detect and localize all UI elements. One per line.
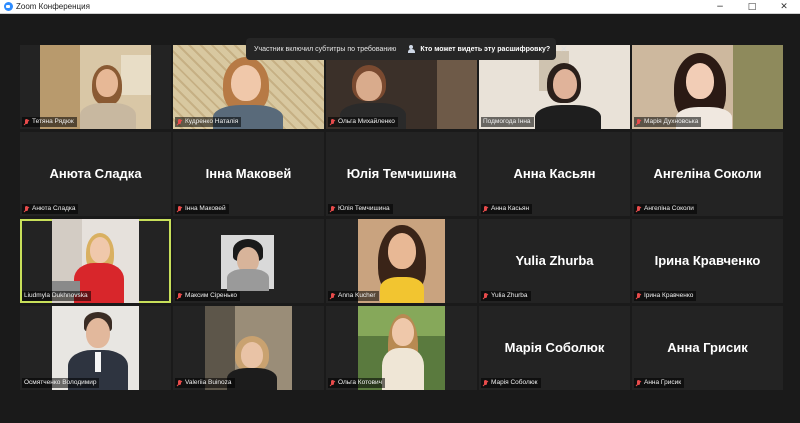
participant-tile[interactable]: Yulia Zhurba Yulia Zhurba (479, 219, 630, 303)
participant-display-name: Інна Маковей (205, 166, 292, 181)
participant-display-name: Анна Грисик (667, 340, 748, 355)
mic-muted-icon (636, 379, 641, 387)
people-icon (408, 45, 417, 53)
mic-muted-icon (636, 118, 641, 126)
participant-tile[interactable]: Марія Соболюк Марія Соболюк (479, 306, 630, 390)
meeting-stage: Участник включил субтитры по требованию … (0, 14, 800, 423)
gallery-grid: Тетяна Рядюк Кудренко Наталія Ольга Миха… (20, 45, 783, 390)
mic-muted-icon (636, 205, 641, 213)
window-controls: − □ ✕ (704, 0, 800, 14)
participant-name-tag: Ольга Котович (328, 378, 386, 388)
participant-name-tag: Anna Kucher (328, 291, 379, 301)
close-window-button[interactable]: ✕ (768, 0, 800, 14)
mic-muted-icon (483, 205, 488, 213)
participant-name-tag: Анна Касьян (481, 204, 533, 214)
mic-muted-icon (177, 118, 182, 126)
participant-tile[interactable]: Анна Грисик Анна Грисик (632, 306, 783, 390)
participant-name-tag: Юлія Темчишина (328, 204, 393, 214)
mic-muted-icon (177, 379, 182, 387)
participant-name-tag: Марія Соболюк (481, 378, 541, 388)
participant-name-tag: Тетяна Рядюк (22, 117, 77, 127)
participant-tile[interactable]: Юлія Темчишина Юлія Темчишина (326, 132, 477, 216)
mic-muted-icon (483, 379, 488, 387)
participant-name-tag: Кудренко Наталія (175, 117, 242, 127)
mic-muted-icon (24, 205, 29, 213)
participant-tile[interactable]: Ірина Кравченко Ірина Кравченко (632, 219, 783, 303)
participant-name-tag: Інна Маковей (175, 204, 229, 214)
window-title: Zoom Конференция (16, 1, 90, 11)
participant-display-name: Марія Соболюк (504, 340, 605, 355)
mic-muted-icon (177, 292, 182, 300)
transcript-visibility-link[interactable]: Кто может видеть эту расшифровку? (404, 41, 554, 57)
participant-name-tag: Liudmyla Dukhnovska (22, 291, 91, 301)
participant-name-tag: Марія Духновська (634, 117, 702, 127)
maximize-button[interactable]: □ (736, 0, 768, 14)
participant-tile[interactable]: Ольга Котович (326, 306, 477, 390)
participant-tile[interactable]: Тетяна Рядюк (20, 45, 171, 129)
participant-name-tag: Осмятченко Володимир (22, 378, 100, 388)
participant-name-tag: Ольга Михайленко (328, 117, 398, 127)
participant-tile[interactable]: Анюта Сладка Анюта Сладка (20, 132, 171, 216)
participant-display-name: Анна Касьян (513, 166, 596, 181)
participant-display-name: Анюта Сладка (49, 166, 142, 181)
participant-display-name: Ангеліна Соколи (653, 166, 762, 181)
participant-tile[interactable]: Інна Маковей Інна Маковей (173, 132, 324, 216)
mic-muted-icon (330, 118, 335, 126)
minimize-button[interactable]: − (704, 0, 736, 14)
mic-muted-icon (330, 292, 335, 300)
mic-muted-icon (636, 292, 641, 300)
transcript-visibility-label: Кто может видеть эту расшифровку? (420, 45, 551, 53)
participant-tile[interactable]: Valeriia Buinoza (173, 306, 324, 390)
participant-display-name: Ірина Кравченко (654, 253, 761, 268)
zoom-app-icon (4, 2, 13, 11)
participant-display-name: Юлія Темчишина (346, 166, 457, 181)
mic-muted-icon (330, 205, 335, 213)
participant-name-tag: Анна Грисик (634, 378, 685, 388)
mic-muted-icon (330, 379, 335, 387)
participant-name-tag: Максим Сіренько (175, 291, 241, 301)
participant-tile[interactable]: Анна Касьян Анна Касьян (479, 132, 630, 216)
captions-notification-text: Участник включил субтитры по требованию (254, 45, 397, 53)
participant-name-tag: Valeriia Buinoza (175, 378, 235, 388)
mic-muted-icon (24, 118, 29, 126)
participant-tile[interactable]: Ангеліна Соколи Ангеліна Соколи (632, 132, 783, 216)
mic-muted-icon (177, 205, 182, 213)
participant-name-tag: Ангеліна Соколи (634, 204, 697, 214)
participant-tile[interactable]: Максим Сіренько (173, 219, 324, 303)
participant-tile[interactable]: Осмятченко Володимир (20, 306, 171, 390)
title-bar: Zoom Конференция − □ ✕ (0, 0, 800, 14)
participant-name-tag: Анюта Сладка (22, 204, 79, 214)
participant-tile-active-speaker[interactable]: Liudmyla Dukhnovska (20, 219, 171, 303)
participant-tile[interactable]: Anna Kucher (326, 219, 477, 303)
captions-notification: Участник включил субтитры по требованию … (246, 38, 568, 60)
participant-name-tag: Подмогода Інна (481, 117, 534, 127)
participant-display-name: Yulia Zhurba (515, 253, 594, 268)
participant-tile[interactable]: Марія Духновська (632, 45, 783, 129)
close-icon[interactable]: ✕ (554, 44, 568, 55)
participant-name-tag: Ірина Кравченко (634, 291, 697, 301)
mic-muted-icon (483, 292, 488, 300)
participant-name-tag: Yulia Zhurba (481, 291, 531, 301)
